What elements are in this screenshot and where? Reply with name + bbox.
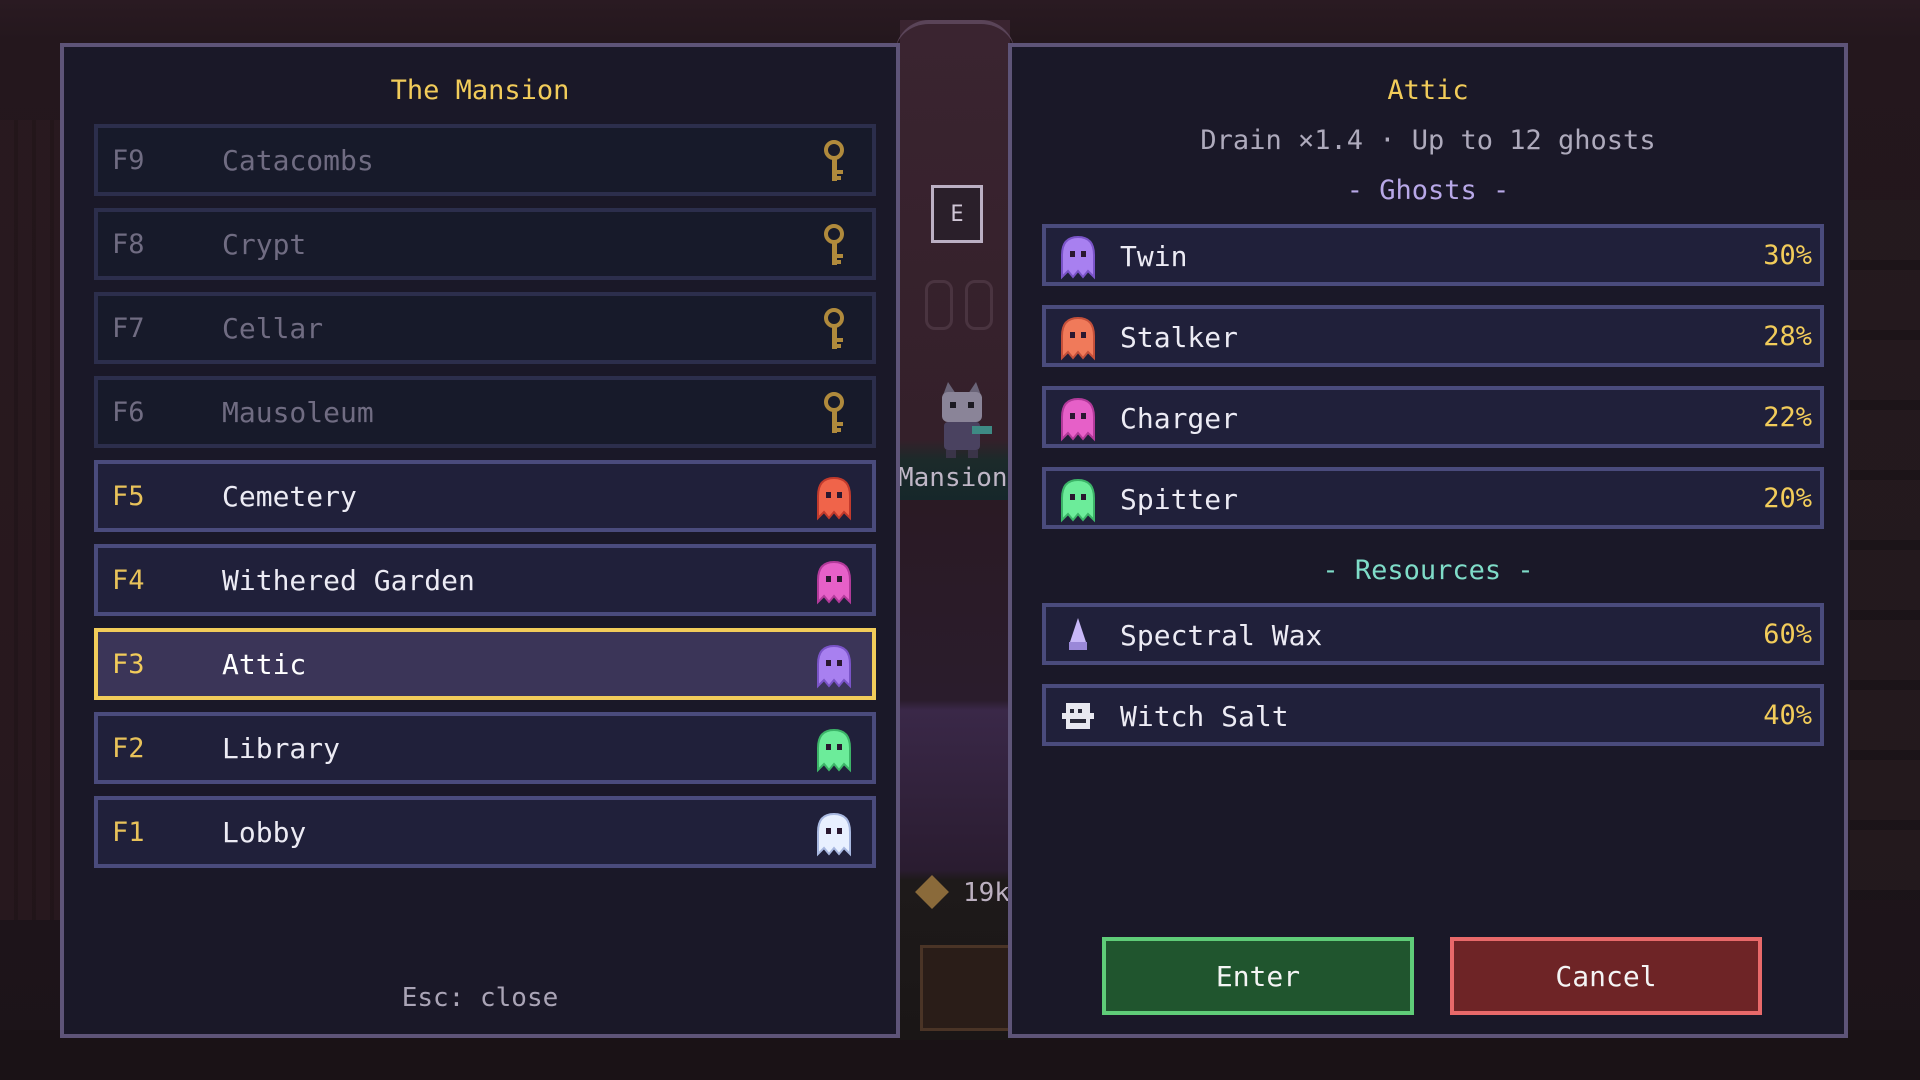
- pink-ghost-icon: [812, 558, 856, 606]
- floor-name: Library: [222, 731, 341, 765]
- interact-key-prompt: E: [931, 185, 983, 243]
- red-ghost-icon: [812, 474, 856, 522]
- floor-name: Cellar: [222, 311, 324, 345]
- ghost-name: Charger: [1120, 402, 1239, 435]
- close-hint: Esc: close: [401, 983, 559, 1013]
- floor-name: Catacombs: [222, 143, 374, 177]
- floor-code: F5: [112, 480, 145, 512]
- orange-ghost-icon: [1056, 314, 1100, 361]
- floor-name: Crypt: [222, 227, 307, 261]
- background-bookshelf: [1850, 200, 1920, 900]
- purple-ghost-icon: [812, 642, 856, 690]
- floor-title: Attic: [1387, 75, 1469, 106]
- ghost-entry: Spitter 20%: [1042, 467, 1824, 529]
- ghost-entry: Twin 30%: [1042, 224, 1824, 286]
- floor-code: F6: [112, 396, 145, 428]
- floor-code: F2: [112, 732, 145, 764]
- ghost-chance: 22%: [1763, 402, 1812, 433]
- pink-ghost-icon: [1056, 395, 1100, 442]
- floor-row-f2[interactable]: F2 Library: [94, 712, 876, 784]
- door-knob-right: [965, 280, 993, 330]
- ghost-name: Twin: [1120, 240, 1188, 273]
- floor-detail-panel: Attic Drain ×1.4 · Up to 12 ghosts - Gho…: [1008, 43, 1848, 1038]
- resources-header: - Resources -: [1322, 555, 1534, 586]
- floor-code: F9: [112, 144, 145, 176]
- floor-name: Cemetery: [222, 479, 357, 513]
- door-knob-left: [925, 280, 953, 330]
- resource-entry: Spectral Wax 60%: [1042, 603, 1824, 665]
- floor-row-f5[interactable]: F5 Cemetery: [94, 460, 876, 532]
- resource-chance: 40%: [1763, 700, 1812, 731]
- background-curtain: [0, 120, 60, 920]
- green-ghost-icon: [812, 726, 856, 774]
- floor-code: F3: [112, 648, 145, 680]
- floor-row-f3[interactable]: F3 Attic: [94, 628, 876, 700]
- enter-button[interactable]: Enter: [1102, 937, 1414, 1015]
- currency-value: 19k: [963, 878, 1010, 908]
- floor-code: F8: [112, 228, 145, 260]
- floor-code: F7: [112, 312, 145, 344]
- floor-row-f4[interactable]: F4 Withered Garden: [94, 544, 876, 616]
- floor-name: Attic: [222, 647, 307, 681]
- green-ghost-icon: [1056, 476, 1100, 523]
- key-icon: [812, 390, 856, 438]
- location-label: Mansion: [898, 463, 1008, 493]
- wax-icon: [1056, 612, 1100, 658]
- player-cat-character: [942, 382, 992, 458]
- resource-chance: 60%: [1763, 619, 1812, 650]
- floor-row-f1[interactable]: F1 Lobby: [94, 796, 876, 868]
- floor-name: Mausoleum: [222, 395, 374, 429]
- ghost-entry: Charger 22%: [1042, 386, 1824, 448]
- key-icon: [812, 222, 856, 270]
- ghost-name: Stalker: [1120, 321, 1239, 354]
- floor-name: Lobby: [222, 815, 307, 849]
- floor-row-f7[interactable]: F7 Cellar: [94, 292, 876, 364]
- resource-name: Witch Salt: [1120, 700, 1289, 733]
- panel-title: The Mansion: [390, 75, 570, 106]
- ghosts-header: - Ghosts -: [1346, 175, 1510, 206]
- resource-entry: Witch Salt 40%: [1042, 684, 1824, 746]
- key-icon: [812, 138, 856, 186]
- white-ghost-icon: [812, 810, 856, 858]
- ghost-chance: 30%: [1763, 240, 1812, 271]
- treasure-chest: [920, 945, 1016, 1031]
- key-icon: [812, 306, 856, 354]
- ghost-name: Spitter: [1120, 483, 1239, 516]
- purple-ghost-icon: [1056, 233, 1100, 280]
- floor-code: F1: [112, 816, 145, 848]
- floor-code: F4: [112, 564, 145, 596]
- floor-select-panel: The Mansion F9 Catacombs F8 Crypt F7 Cellar F6…: [60, 43, 900, 1038]
- floor-row-f8[interactable]: F8 Crypt: [94, 208, 876, 280]
- floor-row-f6[interactable]: F6 Mausoleum: [94, 376, 876, 448]
- floor-stats: Drain ×1.4 · Up to 12 ghosts: [1200, 125, 1656, 156]
- floor-name: Withered Garden: [222, 563, 475, 597]
- door-arch: [895, 20, 1015, 54]
- ghost-chance: 20%: [1763, 483, 1812, 514]
- salt-icon: [1056, 693, 1100, 739]
- ghost-entry: Stalker 28%: [1042, 305, 1824, 367]
- resource-name: Spectral Wax: [1120, 619, 1323, 652]
- cancel-button[interactable]: Cancel: [1450, 937, 1762, 1015]
- floor-row-f9[interactable]: F9 Catacombs: [94, 124, 876, 196]
- ghost-chance: 28%: [1763, 321, 1812, 352]
